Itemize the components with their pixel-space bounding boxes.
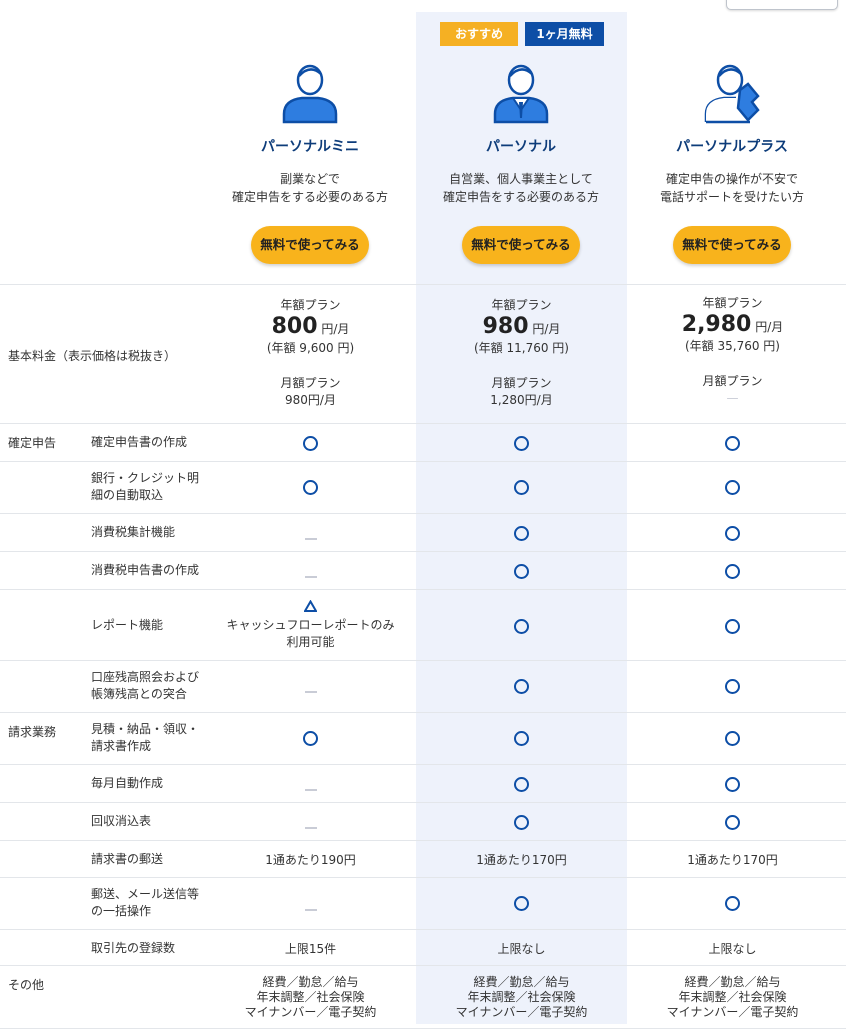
feature-label: 郵送、メール送信等 の一括操作 bbox=[91, 887, 200, 918]
feature-row: レポート機能 キャッシュフローレポートのみ 利用可能 bbox=[0, 589, 846, 660]
feature-row: 取引先の登録数 上限15件 上限なし 上限なし bbox=[0, 929, 846, 965]
plan-header-mini: パーソナルミニ 副業などで 確定申告をする必要のある方 無料で使ってみる bbox=[205, 60, 415, 264]
available-circle-icon bbox=[725, 526, 740, 541]
available-circle-icon bbox=[514, 679, 529, 694]
feature-label: レポート機能 bbox=[91, 618, 164, 632]
feature-label: 回収消込表 bbox=[91, 814, 152, 828]
plan-description: 確定申告の操作が不安で 電話サポートを受けたい方 bbox=[659, 172, 804, 204]
available-circle-icon bbox=[303, 436, 318, 451]
available-circle-icon bbox=[725, 731, 740, 746]
available-circle-icon bbox=[725, 896, 740, 911]
feature-row: 確定申告 確定申告書の作成 bbox=[0, 423, 846, 461]
available-circle-icon bbox=[725, 777, 740, 792]
feature-label: 銀行・クレジット明 細の自動取込 bbox=[91, 471, 200, 502]
available-circle-icon bbox=[514, 526, 529, 541]
available-circle-icon bbox=[725, 619, 740, 634]
pricing-row: 基本料金（表示価格は税抜き） 年額プラン 800 円/月 (年額 9,600 円… bbox=[0, 284, 846, 423]
feature-row: 請求書の郵送 1通あたり190円 1通あたり170円 1通あたり170円 bbox=[0, 840, 846, 877]
feature-row: 消費税申告書の作成 bbox=[0, 551, 846, 589]
feature-label: 請求書の郵送 bbox=[91, 852, 164, 866]
client-limit: 上限なし bbox=[708, 942, 757, 956]
available-circle-icon bbox=[725, 815, 740, 830]
other-row: その他 経費／勤怠／給与 年末調整／社会保険 マイナンバー／電子契約 経費／勤怠／給… bbox=[0, 965, 846, 1029]
not-available-dash-icon bbox=[304, 826, 317, 829]
feature-row: 口座残高照会および 帳簿残高との突合 bbox=[0, 660, 846, 712]
person-icon bbox=[280, 60, 340, 128]
try-free-button[interactable]: 無料で使ってみる bbox=[251, 226, 369, 264]
not-available-dash-icon bbox=[304, 690, 317, 693]
price-cell: 年額プラン 800 円/月 (年額 9,600 円) 月額プラン 980円/月 bbox=[266, 298, 355, 407]
feature-label: 毎月自動作成 bbox=[91, 776, 164, 790]
mailing-price: 1通あたり170円 bbox=[687, 853, 778, 867]
available-circle-icon bbox=[514, 619, 529, 634]
businessperson-icon bbox=[491, 60, 551, 128]
recommended-badge: おすすめ bbox=[440, 22, 518, 46]
category-label: 請求業務 bbox=[8, 725, 57, 739]
available-circle-icon bbox=[725, 436, 740, 451]
feature-label: 消費税申告書の作成 bbox=[91, 563, 200, 577]
not-available-dash-icon bbox=[304, 908, 317, 911]
partial-triangle-icon bbox=[304, 600, 317, 612]
feature-comparison-table: 基本料金（表示価格は税抜き） 年額プラン 800 円/月 (年額 9,600 円… bbox=[0, 284, 846, 1029]
plan-name: パーソナル bbox=[486, 139, 556, 155]
other-services: 経費／勤怠／給与 年末調整／社会保険 マイナンバー／電子契約 bbox=[455, 975, 588, 1019]
other-services: 経費／勤怠／給与 年末調整／社会保険 マイナンバー／電子契約 bbox=[666, 975, 799, 1019]
other-services: 経費／勤怠／給与 年末調整／社会保険 マイナンバー／電子契約 bbox=[244, 975, 377, 1019]
available-circle-icon bbox=[303, 480, 318, 495]
pricing-label: 基本料金（表示価格は税抜き） bbox=[8, 349, 177, 363]
feature-row: 郵送、メール送信等 の一括操作 bbox=[0, 877, 846, 929]
feature-row: 回収消込表 bbox=[0, 802, 846, 840]
not-available-dash-icon bbox=[304, 575, 317, 578]
available-circle-icon bbox=[514, 896, 529, 911]
mailing-price: 1通あたり170円 bbox=[476, 853, 567, 867]
try-free-button[interactable]: 無料で使ってみる bbox=[462, 226, 580, 264]
category-label: その他 bbox=[8, 978, 45, 992]
plan-name: パーソナルミニ bbox=[261, 139, 359, 155]
phone-support-icon bbox=[702, 60, 762, 128]
feature-row: 消費税集計機能 bbox=[0, 513, 846, 551]
available-circle-icon bbox=[725, 679, 740, 694]
available-circle-icon bbox=[725, 480, 740, 495]
feature-label: 口座残高照会および 帳簿残高との突合 bbox=[91, 670, 200, 701]
plan-header-plus: パーソナルプラス 確定申告の操作が不安で 電話サポートを受けたい方 無料で使ってみ… bbox=[627, 60, 837, 264]
client-limit: 上限15件 bbox=[284, 942, 337, 956]
not-available-dash-icon bbox=[304, 788, 317, 791]
partial-availability-cell: キャッシュフローレポートのみ 利用可能 bbox=[205, 600, 416, 651]
feature-row: 毎月自動作成 bbox=[0, 764, 846, 802]
feature-label: 確定申告書の作成 bbox=[91, 435, 188, 449]
plan-description: 自営業、個人事業主として 確定申告をする必要のある方 bbox=[442, 172, 599, 204]
price-cell: 年額プラン 2,980 円/月 (年額 35,760 円) 月額プラン — bbox=[681, 296, 784, 405]
plan-name: パーソナルプラス bbox=[676, 139, 788, 155]
plan-header-personal: パーソナル 自営業、個人事業主として 確定申告をする必要のある方 無料で使ってみる bbox=[416, 60, 626, 264]
available-circle-icon bbox=[514, 731, 529, 746]
available-circle-icon bbox=[514, 436, 529, 451]
available-circle-icon bbox=[514, 564, 529, 579]
feature-label: 取引先の登録数 bbox=[91, 941, 176, 955]
top-right-button[interactable] bbox=[726, 0, 838, 10]
price-cell: 年額プラン 980 円/月 (年額 11,760 円) 月額プラン 1,280円… bbox=[474, 298, 569, 407]
mailing-price: 1通あたり190円 bbox=[265, 853, 356, 867]
available-circle-icon bbox=[725, 564, 740, 579]
category-label: 確定申告 bbox=[8, 436, 57, 450]
feature-label: 見積・納品・領収・ 請求書作成 bbox=[91, 722, 200, 753]
feature-row: 銀行・クレジット明 細の自動取込 bbox=[0, 461, 846, 513]
plan-description: 副業などで 確定申告をする必要のある方 bbox=[231, 172, 388, 204]
available-circle-icon bbox=[514, 815, 529, 830]
available-circle-icon bbox=[514, 480, 529, 495]
feature-label: 消費税集計機能 bbox=[91, 525, 176, 539]
feature-row: 請求業務 見積・納品・領収・ 請求書作成 bbox=[0, 712, 846, 764]
free-trial-badge: 1ヶ月無料 bbox=[525, 22, 604, 46]
available-circle-icon bbox=[303, 731, 318, 746]
try-free-button[interactable]: 無料で使ってみる bbox=[673, 226, 791, 264]
client-limit: 上限なし bbox=[497, 942, 546, 956]
available-circle-icon bbox=[514, 777, 529, 792]
not-available-dash-icon bbox=[304, 537, 317, 540]
